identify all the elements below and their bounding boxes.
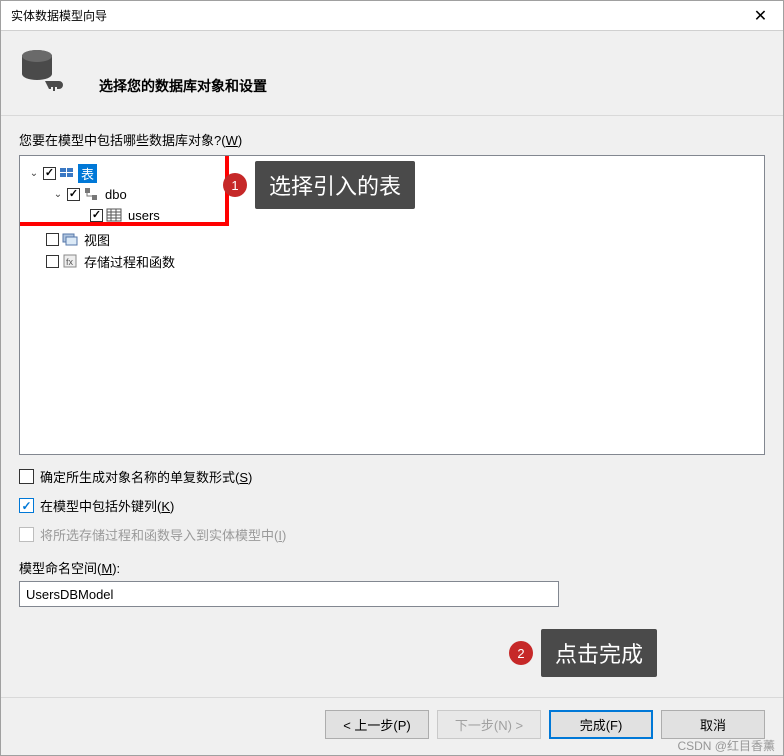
annotation-2-text: 点击完成: [541, 629, 657, 677]
finish-button[interactable]: 完成(F): [549, 710, 653, 739]
titlebar: 实体数据模型向导 ✕: [1, 1, 783, 31]
close-icon: ✕: [754, 6, 767, 26]
tree-node-dbo[interactable]: ⌄ dbo: [22, 184, 130, 204]
checkbox-tables[interactable]: [43, 167, 56, 180]
tree-node-procs[interactable]: fx 存储过程和函数: [22, 251, 178, 271]
procs-icon: fx: [62, 253, 78, 269]
svg-text:fx: fx: [66, 257, 74, 267]
database-icon: [19, 47, 69, 97]
option-import-sp: 将所选存储过程和函数导入到实体模型中(I): [19, 525, 765, 544]
close-button[interactable]: ✕: [738, 1, 783, 30]
tree-label-tables: 表: [78, 164, 97, 183]
checkbox-users[interactable]: [90, 209, 103, 222]
wizard-content: 您要在模型中包括哪些数据库对象?(W) ⌄ 表: [1, 116, 783, 697]
cancel-button[interactable]: 取消: [661, 710, 765, 739]
table-icon: [106, 207, 122, 223]
wizard-window: 实体数据模型向导 ✕ 选择您的数据库对象和设置 您要在模型中包括哪些数据库对象?…: [0, 0, 784, 756]
tree-label-views: 视图: [81, 230, 113, 249]
checkbox-dbo[interactable]: [67, 188, 80, 201]
window-title: 实体数据模型向导: [11, 7, 107, 24]
collapse-icon[interactable]: ⌄: [52, 188, 64, 200]
namespace-label: 模型命名空间(M):: [19, 558, 765, 577]
tree-node-users[interactable]: users: [22, 205, 163, 225]
checkbox-foreign-keys[interactable]: [19, 498, 34, 513]
tree-node-tables[interactable]: ⌄ 表: [22, 163, 97, 183]
wizard-subtitle: 选择您的数据库对象和设置: [99, 48, 267, 96]
checkbox-views[interactable]: [46, 233, 59, 246]
annotation-1-badge: 1: [223, 173, 247, 197]
collapse-icon[interactable]: ⌄: [28, 167, 40, 179]
tree-node-views[interactable]: 视图: [22, 229, 113, 249]
option-pluralize[interactable]: 确定所生成对象名称的单复数形式(S): [19, 467, 765, 486]
checkbox-procs[interactable]: [46, 255, 59, 268]
wizard-header: 选择您的数据库对象和设置: [1, 31, 783, 116]
namespace-input[interactable]: [19, 581, 559, 607]
annotation-1-text: 选择引入的表: [255, 161, 415, 209]
option-foreign-keys[interactable]: 在模型中包括外键列(K): [19, 496, 765, 515]
objects-prompt: 您要在模型中包括哪些数据库对象?(W): [19, 130, 765, 149]
wizard-footer: < 上一步(P) 下一步(N) > 完成(F) 取消: [1, 697, 783, 755]
back-button[interactable]: < 上一步(P): [325, 710, 429, 739]
schema-icon: [83, 186, 99, 202]
annotation-2: 2 点击完成: [509, 629, 657, 677]
tables-icon: [59, 165, 75, 181]
views-icon: [62, 231, 78, 247]
tree-label-procs: 存储过程和函数: [81, 252, 178, 271]
checkbox-import-sp: [19, 527, 34, 542]
tree-label-dbo: dbo: [102, 187, 130, 202]
annotation-1: 1 选择引入的表: [223, 161, 415, 209]
annotation-2-badge: 2: [509, 641, 533, 665]
next-button: 下一步(N) >: [437, 710, 541, 739]
tree-label-users: users: [125, 208, 163, 223]
options-group: 确定所生成对象名称的单复数形式(S) 在模型中包括外键列(K) 将所选存储过程和…: [19, 467, 765, 544]
checkbox-pluralize[interactable]: [19, 469, 34, 484]
